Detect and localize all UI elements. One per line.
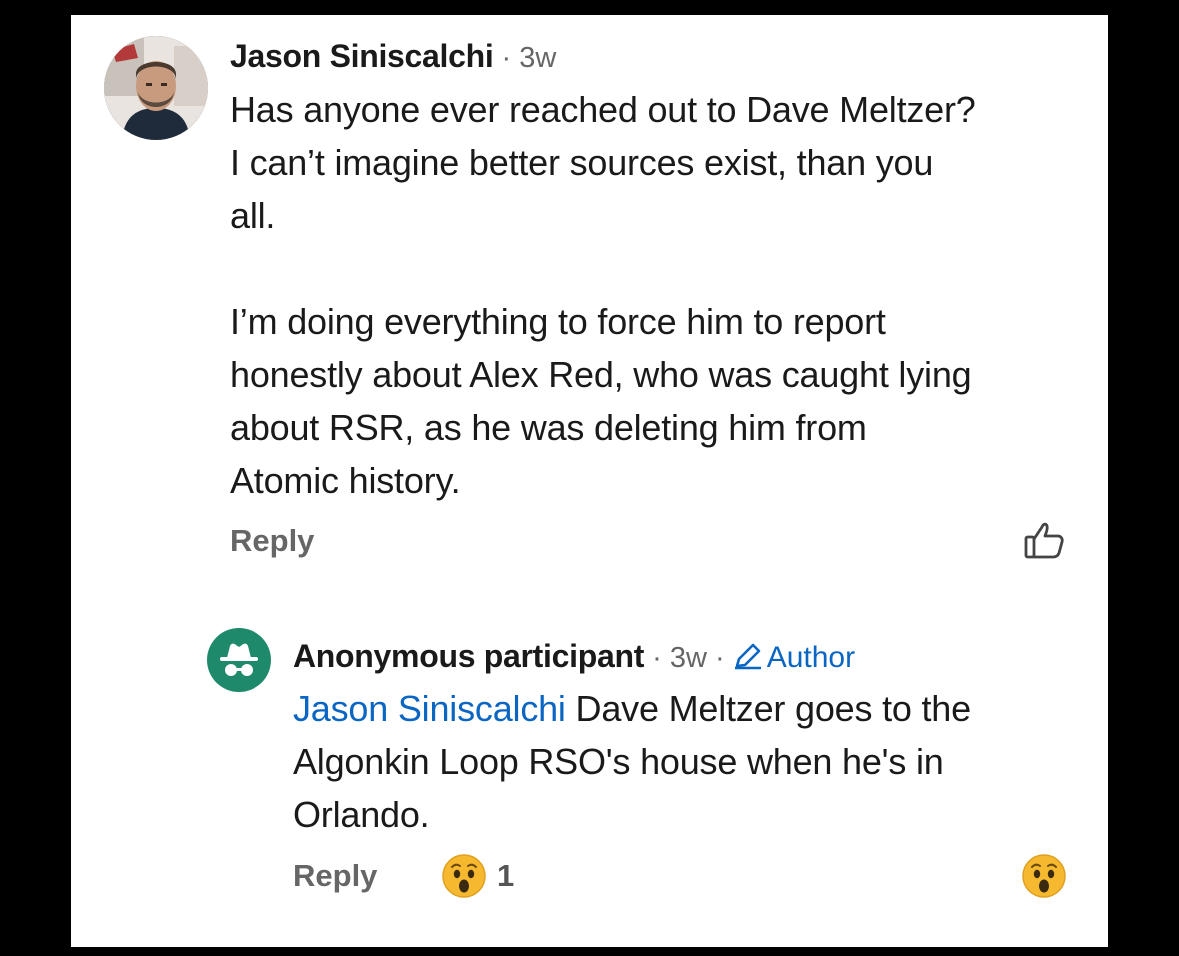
surprised-face-icon <box>442 854 486 898</box>
reaction-summary[interactable]: 1 <box>441 852 514 900</box>
mention-link[interactable]: Jason Siniscalchi <box>293 688 566 729</box>
timestamp: · 3w · <box>644 642 733 674</box>
reply-button[interactable]: Reply <box>230 521 314 561</box>
author-name: Anonymous participant <box>293 638 645 674</box>
surprised-face-icon[interactable] <box>1021 853 1067 899</box>
profile-avatar-jason[interactable] <box>104 36 208 140</box>
timestamp: · 3w <box>493 42 557 74</box>
author-name[interactable]: Jason Siniscalchi <box>230 38 494 74</box>
comment-body: Has anyone ever reached out to Dave Melt… <box>230 89 976 501</box>
author-badge-label: Author <box>766 641 856 674</box>
reply-body: Jason Siniscalchi Dave Meltzer goes to t… <box>293 682 1083 841</box>
reply-button[interactable]: Reply <box>293 856 377 896</box>
pencil-icon <box>734 643 761 670</box>
reply-header: Anonymous participant · 3w · Author <box>293 636 855 678</box>
thumbs-up-icon[interactable] <box>1022 518 1066 562</box>
comment-header: Jason Siniscalchi · 3w <box>230 36 556 78</box>
author-badge: Author <box>733 641 855 674</box>
incognito-icon[interactable] <box>207 628 271 692</box>
reaction-count: 1 <box>497 858 515 893</box>
